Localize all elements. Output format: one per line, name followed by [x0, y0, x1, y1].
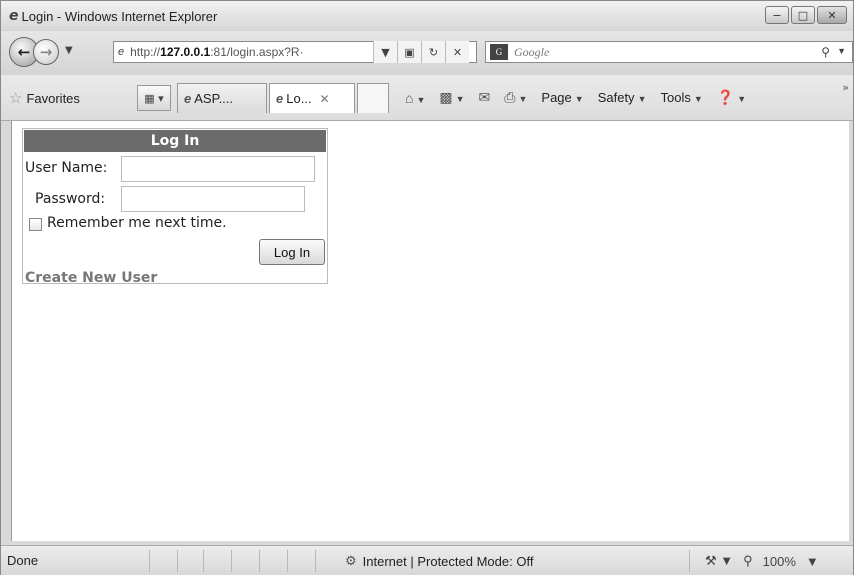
search-placeholder: Google: [514, 44, 550, 59]
forward-button[interactable]: →: [33, 39, 59, 65]
zoom-level[interactable]: 100%: [763, 554, 796, 569]
home-icon: ⌂: [405, 89, 414, 106]
search-input[interactable]: G Google ⚲ ▼: [485, 41, 853, 63]
minimize-button[interactable]: −: [765, 6, 789, 24]
back-icon: ←: [17, 43, 31, 61]
title-bar: e Login - Windows Internet Explorer − □ …: [1, 1, 853, 31]
stop-icon[interactable]: ✕: [445, 41, 469, 63]
new-tab-button[interactable]: [357, 83, 389, 113]
feeds-button[interactable]: ▩ ▼: [439, 89, 464, 106]
quick-tabs-icon: ▦ ▾: [144, 91, 164, 105]
ie-icon: e: [276, 91, 284, 106]
address-bar-row: ← → ▼ e http://127.0.0.1:81/login.aspx?R…: [1, 31, 853, 75]
help-icon: ❓: [716, 89, 735, 105]
safety-menu[interactable]: Safety ▼: [598, 90, 647, 105]
tab-command-row: ☆ Favorites ▦ ▾ e ASP.... e Lo... ✕ ⌂ ▼ ▩…: [1, 75, 853, 121]
page-menu[interactable]: Page ▼: [541, 90, 583, 105]
address-tools: ▼ ▣ ↻ ✕: [373, 41, 469, 63]
ie-icon: e: [184, 91, 192, 106]
remember-me-checkbox[interactable]: [29, 218, 42, 231]
zoom-control[interactable]: ⚒ ▼ ⚲ 100% ▼: [705, 553, 819, 569]
window-controls: − □ ✕: [765, 6, 847, 24]
tab-label: ASP....: [194, 91, 234, 106]
ie-icon: e: [9, 8, 19, 24]
recent-pages-dropdown[interactable]: ▼: [65, 45, 73, 56]
print-button[interactable]: ⎙ ▼: [504, 89, 527, 106]
tab-asp[interactable]: e ASP....: [177, 83, 267, 113]
status-text: Done: [7, 553, 39, 568]
toolbar-overflow-icon[interactable]: »: [842, 81, 849, 94]
mail-button[interactable]: ✉: [479, 89, 491, 106]
browser-window: e Login - Windows Internet Explorer − □ …: [0, 0, 854, 575]
create-new-user-link[interactable]: Create New User: [25, 270, 157, 286]
compatibility-icon[interactable]: ▣: [397, 41, 421, 63]
username-label: User Name:: [25, 160, 108, 176]
search-provider-icon: G: [490, 44, 508, 60]
address-dropdown-icon[interactable]: ▼: [373, 41, 397, 63]
window-title: Login - Windows Internet Explorer: [21, 8, 218, 24]
security-zone[interactable]: ⚙ Internet | Protected Mode: Off: [345, 553, 533, 569]
status-bar: Done ⚙ Internet | Protected Mode: Off ⚒ …: [1, 545, 853, 575]
print-icon: ⎙: [504, 89, 516, 105]
maximize-button[interactable]: □: [791, 6, 815, 24]
tab-label: Lo...: [286, 91, 312, 106]
close-tab-icon[interactable]: ✕: [320, 92, 330, 106]
search-icon[interactable]: ⚲: [821, 45, 830, 60]
mail-icon: ✉: [478, 89, 491, 105]
page-icon: e: [118, 46, 125, 58]
tab-login[interactable]: e Lo... ✕: [269, 83, 355, 113]
zone-text: Internet | Protected Mode: Off: [362, 553, 534, 569]
password-label: Password:: [35, 191, 106, 207]
remember-me-label: Remember me next time.: [47, 215, 227, 231]
feeds-icon: ▩: [439, 89, 453, 105]
favorites-label: Favorites: [26, 90, 80, 106]
favorites-star-icon: ☆: [9, 90, 23, 107]
command-bar: ⌂ ▼ ▩ ▼ ✉ ⎙ ▼ Page ▼ Safety ▼ Tools ▼ ❓ ▼: [405, 89, 746, 106]
tools-menu[interactable]: Tools ▼: [660, 90, 702, 105]
login-button[interactable]: Log In: [259, 239, 325, 265]
favorites-button[interactable]: ☆ Favorites: [9, 89, 80, 107]
login-header: Log In: [24, 130, 326, 152]
username-field[interactable]: [121, 156, 315, 182]
home-button[interactable]: ⌂ ▼: [405, 90, 425, 106]
quick-tabs-button[interactable]: ▦ ▾: [137, 85, 171, 111]
forward-icon: →: [39, 43, 53, 61]
login-panel: Log In User Name: Password: Remember me …: [22, 128, 328, 286]
search-options-dropdown[interactable]: ▼: [837, 46, 846, 56]
help-button[interactable]: ❓ ▼: [717, 89, 746, 106]
globe-icon: ⚙: [345, 553, 357, 568]
zoom-dropdown-icon[interactable]: ▼: [806, 554, 819, 569]
zoom-icon: ⚲: [743, 553, 753, 568]
password-field[interactable]: [121, 186, 305, 212]
page-content: Log In User Name: Password: Remember me …: [11, 121, 849, 541]
manage-addons-icon[interactable]: ⚒ ▼: [705, 553, 733, 569]
close-window-button[interactable]: ✕: [817, 6, 847, 24]
refresh-icon[interactable]: ↻: [421, 41, 445, 63]
